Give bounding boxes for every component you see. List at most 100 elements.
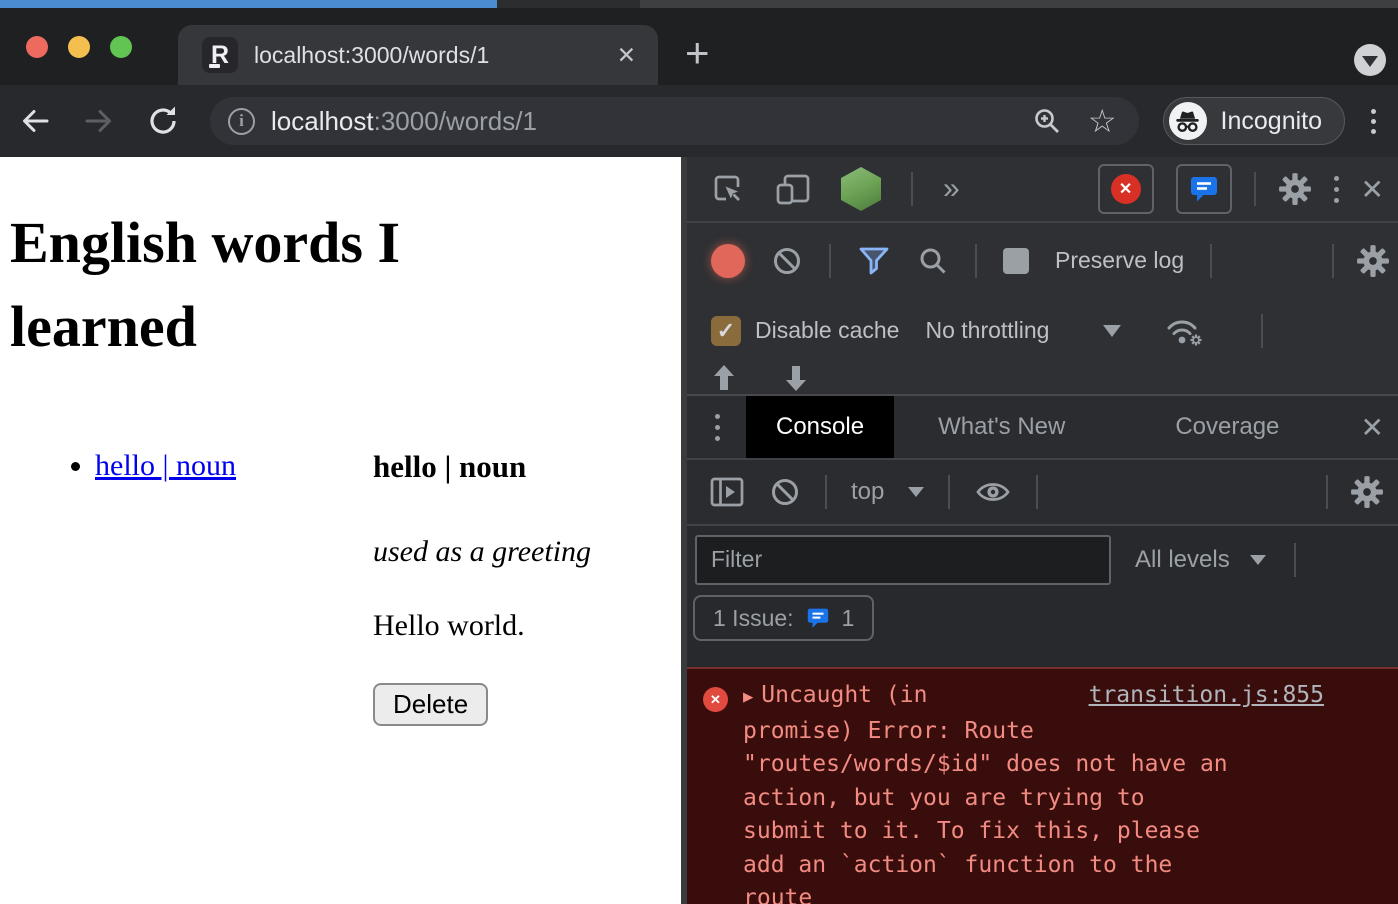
live-expression-eye-icon[interactable] (974, 477, 1012, 507)
issues-count: 1 (842, 605, 855, 632)
drawer-menu-icon[interactable] (715, 414, 720, 441)
error-icon: ✕ (703, 687, 728, 712)
error-text-line: promise) Error: Route (743, 715, 1398, 749)
error-text-line: submit to it. To fix this, please (743, 815, 1398, 849)
page-title: English words I learned (10, 201, 550, 369)
error-source-link[interactable]: transition.js:855 (1089, 679, 1324, 713)
tab-strip: R localhost:3000/words/1 ✕ + (0, 8, 1398, 85)
chevron-down-icon (1250, 555, 1266, 565)
error-text-line: action, but you are trying to (743, 782, 1398, 816)
network-toolbar: Preserve log (687, 223, 1398, 298)
execution-context-select[interactable]: top (851, 478, 884, 506)
console-filter-row: All levels (687, 526, 1398, 593)
word-example: Hello world. (373, 609, 681, 643)
tab-search-button[interactable] (1354, 44, 1386, 76)
word-link[interactable]: hello | noun (95, 449, 236, 482)
console-toolbar: top (687, 460, 1398, 526)
network-conditions-icon[interactable] (1163, 313, 1207, 349)
browser-window: R localhost:3000/words/1 ✕ + i localhost… (0, 0, 1398, 904)
clear-console-icon[interactable] (769, 476, 801, 508)
throttling-select[interactable]: No throttling (925, 317, 1049, 344)
devtools-panel: » ✕ ✕ (687, 157, 1398, 904)
chevron-down-icon (1362, 56, 1378, 67)
chat-icon (806, 607, 830, 629)
chat-icon (1189, 175, 1219, 203)
clear-network-log-icon[interactable] (771, 245, 803, 277)
preserve-log-label: Preserve log (1055, 247, 1184, 274)
tab-coverage[interactable]: Coverage (1145, 396, 1309, 458)
console-sidebar-icon[interactable] (709, 476, 745, 508)
log-levels-select[interactable]: All levels (1135, 546, 1230, 574)
inspect-element-icon[interactable] (711, 172, 745, 206)
chevron-down-icon (908, 487, 924, 497)
devtools-settings-icon[interactable] (1278, 172, 1312, 206)
browser-menu-button[interactable] (1367, 105, 1380, 138)
tab-console[interactable]: Console (746, 396, 894, 458)
zoom-icon[interactable] (1032, 106, 1062, 136)
reload-button[interactable] (146, 104, 180, 138)
forward-button[interactable] (82, 104, 116, 138)
delete-button[interactable]: Delete (373, 683, 488, 726)
error-icon: ✕ (1111, 174, 1141, 204)
issues-badge[interactable] (1176, 164, 1232, 214)
issues-label: 1 Issue: (713, 605, 794, 632)
word-detail: hello | noun used as a greeting Hello wo… (373, 449, 681, 726)
incognito-badge: Incognito (1163, 97, 1345, 145)
devtools-close-icon[interactable]: ✕ (1361, 173, 1384, 206)
incognito-icon (1169, 102, 1207, 140)
devtools-menu-icon[interactable] (1334, 176, 1339, 203)
search-icon[interactable] (917, 245, 949, 277)
error-count-badge[interactable]: ✕ (1098, 164, 1154, 214)
address-toolbar: i localhost:3000/words/1 ☆ Incognito (0, 85, 1398, 157)
issues-button[interactable]: 1 Issue: 1 (693, 595, 874, 641)
address-bar[interactable]: i localhost:3000/words/1 ☆ (210, 97, 1139, 145)
record-network-log-button[interactable] (711, 244, 745, 278)
drawer-tab-bar: Console What's New Coverage ✕ (687, 396, 1398, 460)
error-text-line: Uncaught (in (761, 679, 927, 713)
more-tabs-icon[interactable]: » (943, 172, 960, 206)
maximize-window-button[interactable] (110, 36, 132, 58)
network-settings-icon[interactable] (1356, 244, 1390, 278)
url-text: localhost:3000/words/1 (271, 106, 1032, 137)
console-settings-icon[interactable] (1350, 475, 1384, 509)
error-text-line: add an `action` function to the (743, 849, 1398, 883)
word-detail-title: hello | noun (373, 449, 681, 485)
issues-row: 1 Issue: 1 (687, 593, 1398, 653)
tab-close-icon[interactable]: ✕ (615, 42, 638, 69)
har-import-export-row (687, 363, 1398, 394)
background-strip-dark (497, 0, 640, 8)
console-error-message: ✕ ▶ Uncaught (in transition.js:855 promi… (687, 667, 1398, 904)
expand-triangle-icon[interactable]: ▶ (743, 681, 753, 715)
error-text-line: "routes/words/$id" does not have an (743, 748, 1398, 782)
word-list: hello | noun (10, 449, 373, 726)
preserve-log-checkbox[interactable] (1003, 248, 1029, 274)
site-info-icon[interactable]: i (228, 108, 255, 135)
disable-cache-checkbox[interactable] (711, 316, 741, 346)
minimize-window-button[interactable] (68, 36, 90, 58)
background-window-strip (0, 0, 1398, 8)
filter-funnel-icon[interactable] (857, 245, 891, 277)
drawer-close-icon[interactable]: ✕ (1361, 411, 1384, 444)
close-window-button[interactable] (26, 36, 48, 58)
nodejs-icon[interactable] (841, 167, 881, 211)
export-har-icon[interactable] (783, 363, 809, 393)
bookmark-star-icon[interactable]: ☆ (1088, 105, 1117, 137)
remix-favicon-icon: R (202, 37, 238, 73)
word-definition: used as a greeting (373, 535, 681, 569)
background-strip-gray (640, 0, 1398, 8)
browser-tab[interactable]: R localhost:3000/words/1 ✕ (178, 25, 658, 85)
import-har-icon[interactable] (711, 363, 737, 393)
tab-whats-new[interactable]: What's New (908, 396, 1095, 458)
web-page: English words I learned hello | noun hel… (0, 157, 681, 904)
incognito-label: Incognito (1221, 107, 1322, 136)
console-filter-input[interactable] (695, 535, 1111, 585)
chevron-down-icon (1103, 325, 1121, 337)
device-toolbar-icon[interactable] (775, 172, 811, 206)
error-text-line: route (743, 882, 1398, 904)
traffic-lights (26, 36, 132, 58)
tab-title: localhost:3000/words/1 (254, 42, 615, 69)
new-tab-button[interactable]: + (685, 32, 710, 74)
background-strip-blue (0, 0, 497, 8)
devtools-main-toolbar: » ✕ ✕ (687, 157, 1398, 223)
back-button[interactable] (18, 104, 52, 138)
